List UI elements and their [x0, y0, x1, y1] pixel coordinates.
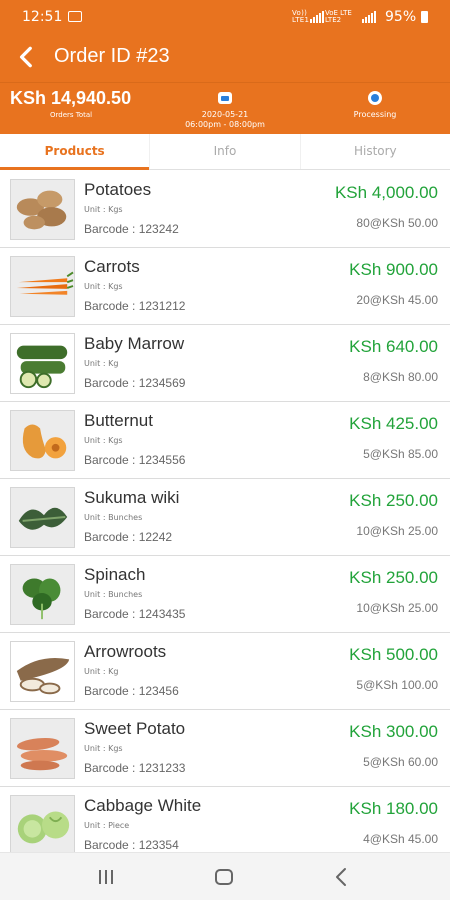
- product-row[interactable]: Baby Marrow Unit : Kg Barcode : 1234569 KSh…: [0, 325, 450, 402]
- product-unit: Unit : Kgs: [84, 205, 123, 214]
- product-list[interactable]: Potatoes Unit : Kgs Barcode : 123242 KSh 4,…: [0, 170, 450, 852]
- system-nav-bar: [0, 852, 450, 900]
- tab-products[interactable]: Products: [0, 134, 150, 170]
- product-quantity: 5@KSh 60.00: [363, 755, 438, 769]
- product-barcode: Barcode : 123354: [84, 838, 179, 852]
- product-image-arrowroots: [10, 641, 75, 702]
- order-summary: KSh 14,940.50 Orders Total 2020-05-21 06…: [0, 82, 450, 134]
- product-row[interactable]: Sweet Potato Unit : Kgs Barcode : 1231233 K…: [0, 710, 450, 787]
- product-unit: Unit : Kg: [84, 667, 119, 676]
- product-quantity: 80@KSh 50.00: [356, 216, 438, 230]
- product-row[interactable]: Butternut Unit : Kgs Barcode : 1234556 KSh …: [0, 402, 450, 479]
- product-name: Butternut: [84, 411, 153, 430]
- calendar-icon: [218, 92, 232, 104]
- product-price: KSh 640.00: [349, 337, 438, 356]
- product-price: KSh 500.00: [349, 645, 438, 664]
- product-image-potatoes: [10, 179, 75, 240]
- product-unit: Unit : Kgs: [84, 436, 123, 445]
- order-status-block: Processing: [335, 91, 415, 120]
- status-bar: 12:51 Vo)) LTE1 VoE LTE LTE2 95%: [0, 0, 450, 34]
- tab-history[interactable]: History: [299, 134, 450, 169]
- product-barcode: Barcode : 1231233: [84, 761, 186, 775]
- product-quantity: 5@KSh 85.00: [363, 447, 438, 461]
- product-price: KSh 180.00: [349, 799, 438, 818]
- product-name: Carrots: [84, 257, 140, 276]
- message-icon: [68, 11, 82, 22]
- product-unit: Unit : Kg: [84, 359, 119, 368]
- recents-icon[interactable]: [94, 865, 118, 889]
- product-unit: Unit : Bunches: [84, 590, 143, 599]
- product-barcode: Barcode : 123242: [84, 222, 179, 236]
- product-price: KSh 300.00: [349, 722, 438, 741]
- tab-info[interactable]: Info: [149, 134, 299, 169]
- delivery-date: 2020-05-21: [201, 110, 249, 119]
- product-quantity: 10@KSh 25.00: [356, 601, 438, 615]
- product-barcode: Barcode : 12242: [84, 530, 173, 544]
- product-name: Cabbage White: [84, 796, 202, 815]
- battery-percent: 95%: [385, 9, 417, 25]
- product-name: Potatoes: [84, 180, 152, 199]
- product-image-cabbage: [10, 795, 75, 852]
- back-icon[interactable]: [330, 865, 354, 889]
- product-name: Arrowroots: [84, 642, 167, 661]
- signal-icon: [310, 11, 324, 23]
- product-barcode: Barcode : 1243435: [84, 607, 186, 621]
- product-barcode: Barcode : 123456: [84, 684, 179, 698]
- product-row[interactable]: Carrots Unit : Kgs Barcode : 1231212 KSh 90…: [0, 248, 450, 325]
- product-image-baby-marrow: [10, 333, 75, 394]
- product-row[interactable]: Potatoes Unit : Kgs Barcode : 123242 KSh 4,…: [0, 171, 450, 248]
- network-label-1: Vo)) LTE1: [292, 9, 310, 24]
- product-unit: Unit : Piece: [84, 821, 130, 830]
- product-image-sweet-potato: [10, 718, 75, 779]
- product-price: KSh 425.00: [349, 414, 438, 433]
- home-icon[interactable]: [212, 865, 236, 889]
- delivery-date-block: 2020-05-21 06:00pm - 08:00pm: [175, 91, 275, 130]
- product-name: Sukuma wiki: [84, 488, 180, 507]
- product-price: KSh 900.00: [349, 260, 438, 279]
- product-name: Spinach: [84, 565, 146, 584]
- product-quantity: 5@KSh 100.00: [356, 678, 438, 692]
- product-price: KSh 250.00: [349, 568, 438, 587]
- product-unit: Unit : Kgs: [84, 744, 123, 753]
- product-quantity: 10@KSh 25.00: [356, 524, 438, 538]
- product-image-spinach: [10, 564, 75, 625]
- product-unit: Unit : Kgs: [84, 282, 123, 291]
- product-unit: Unit : Bunches: [84, 513, 143, 522]
- product-row[interactable]: Sukuma wiki Unit : Bunches Barcode : 12242…: [0, 479, 450, 556]
- product-barcode: Barcode : 1231212: [84, 299, 186, 313]
- battery-icon: [421, 11, 428, 23]
- product-barcode: Barcode : 1234556: [84, 453, 186, 467]
- delivery-time-window: 06:00pm - 08:00pm: [185, 120, 265, 129]
- product-row[interactable]: Arrowroots Unit : Kg Barcode : 123456 KSh 5…: [0, 633, 450, 710]
- product-quantity: 4@KSh 45.00: [363, 832, 438, 846]
- status-time: 12:51: [22, 9, 63, 25]
- page-title: Order ID #23: [54, 45, 170, 67]
- signal-icon-2: [362, 11, 376, 23]
- product-barcode: Barcode : 1234569: [84, 376, 186, 390]
- product-image-butternut: [10, 410, 75, 471]
- product-row[interactable]: Cabbage White Unit : Piece Barcode : 12335…: [0, 787, 450, 852]
- product-quantity: 20@KSh 45.00: [356, 293, 438, 307]
- product-row[interactable]: Spinach Unit : Bunches Barcode : 1243435 KS…: [0, 556, 450, 633]
- order-total: KSh 14,940.50: [10, 88, 132, 108]
- back-arrow-icon[interactable]: [14, 44, 40, 70]
- tab-bar: Products Info History: [0, 134, 450, 170]
- product-quantity: 8@KSh 80.00: [363, 370, 438, 384]
- app-bar: Order ID #23: [0, 34, 450, 82]
- product-name: Sweet Potato: [84, 719, 186, 738]
- order-status: Processing: [353, 110, 397, 119]
- product-price: KSh 250.00: [349, 491, 438, 510]
- status-icon: [368, 91, 382, 105]
- product-image-sukuma-wiki: [10, 487, 75, 548]
- product-price: KSh 4,000.00: [334, 183, 438, 202]
- order-total-label: Orders Total: [50, 111, 93, 119]
- network-label-2: VoE LTE LTE2: [325, 9, 352, 24]
- product-image-carrots: [10, 256, 75, 317]
- product-name: Baby Marrow: [84, 334, 185, 353]
